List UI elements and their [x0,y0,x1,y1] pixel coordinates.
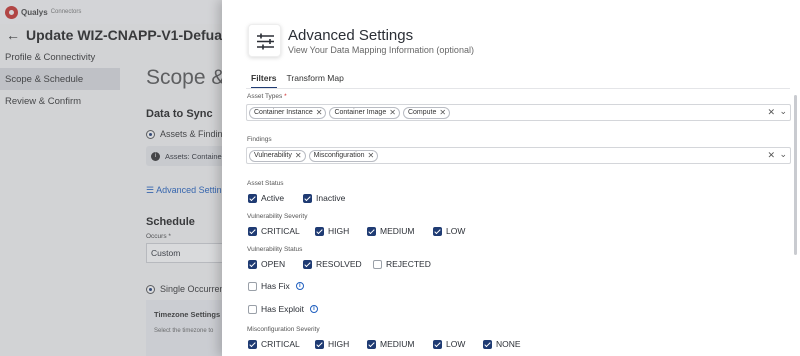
checkbox-label: CRITICAL [261,226,300,236]
checkbox-critical[interactable]: CRITICAL [248,339,315,349]
checkbox-checked[interactable] [315,226,324,236]
chevron-down-icon[interactable]: ⌄ [779,149,787,160]
remove-chip-icon[interactable]: ✕ [368,151,375,160]
checkbox-checked[interactable] [315,339,324,349]
checkbox-unchecked[interactable] [248,304,257,314]
remove-chip-icon[interactable]: ✕ [316,108,323,117]
checkbox-unchecked[interactable] [373,259,382,269]
checkbox-label: LOW [446,226,466,236]
chip-label: Misconfiguration [313,152,365,159]
chip-compute: Compute ✕ [402,106,451,119]
chip-label: Compute [407,109,437,116]
checkbox-label: Has Exploit [261,304,304,314]
has-exploit-row: Has Exploit i [248,303,318,315]
checkbox-low[interactable]: LOW [433,226,465,236]
checkbox-label: LOW [446,339,466,349]
checkbox-checked[interactable] [248,226,257,236]
checkbox-label: OPEN [261,259,286,269]
checkbox-resolved[interactable]: RESOLVED [303,259,373,269]
chip-container-instance: Container Instance ✕ [249,106,327,119]
checkbox-checked[interactable] [367,226,376,236]
checkbox-label: RESOLVED [316,259,362,269]
checkbox-checked[interactable] [303,193,312,203]
checkbox-label: HIGH [328,339,350,349]
vuln-status-options: OPEN RESOLVED REJECTED [248,258,431,270]
checkbox-none[interactable]: NONE [483,339,521,349]
chip-label: Container Instance [254,109,313,116]
checkbox-open[interactable]: OPEN [248,259,303,269]
checkbox-checked[interactable] [248,259,257,269]
checkbox-checked[interactable] [483,339,492,349]
chip-label: Vulnerability [254,152,292,159]
findings-select[interactable]: Vulnerability ✕ Misconfiguration ✕ ✕ ⌄ [246,147,791,164]
checkbox-label: Active [261,193,285,203]
asset-types-label: Asset Types * [247,93,287,100]
required-marker: * [284,93,287,100]
remove-chip-icon[interactable]: ✕ [389,108,396,117]
clear-all-icon[interactable]: ✕ [767,107,775,118]
checkbox-low[interactable]: LOW [433,339,483,349]
checkbox-rejected[interactable]: REJECTED [373,259,431,269]
asset-types-select[interactable]: Container Instance ✕ Container Image ✕ Com… [246,104,791,121]
chip-misconfiguration: Misconfiguration ✕ [308,149,379,162]
tab-transform-map[interactable]: Transform Map [287,73,344,89]
checkbox-medium[interactable]: MEDIUM [367,226,433,236]
drawer-tabs: Filters Transform Map [251,73,354,89]
info-icon[interactable]: i [310,305,318,313]
settings-sliders-icon [248,24,281,57]
misconfig-severity-options: CRITICAL HIGH MEDIUM LOW NONE [248,338,521,350]
scrollbar-thumb[interactable] [794,95,797,255]
vuln-severity-label: Vulnerability Severity [247,213,308,220]
checkbox-high[interactable]: HIGH [315,226,367,236]
checkbox-has-fix[interactable]: Has Fix [248,281,290,291]
asset-status-options: Active Inactive [248,192,345,204]
checkbox-checked[interactable] [433,339,442,349]
chip-label: Container Image [334,109,387,116]
checkbox-checked[interactable] [248,339,257,349]
info-icon[interactable]: i [295,282,304,290]
checkbox-inactive[interactable]: Inactive [303,193,345,203]
has-fix-row: Has Fix i [248,280,304,292]
checkbox-medium[interactable]: MEDIUM [367,339,433,349]
chevron-down-icon[interactable]: ⌄ [779,106,787,117]
drawer-title: Advanced Settings [288,27,414,44]
tab-filters[interactable]: Filters [251,73,277,89]
checkbox-label: CRITICAL [261,339,300,349]
asset-status-label: Asset Status [247,180,284,187]
remove-chip-icon[interactable]: ✕ [295,151,302,160]
checkbox-checked[interactable] [367,339,376,349]
checkbox-checked[interactable] [248,193,257,203]
vuln-severity-options: CRITICAL HIGH MEDIUM LOW [248,225,465,237]
checkbox-label: MEDIUM [380,226,415,236]
checkbox-label: NONE [496,339,521,349]
findings-label: Findings [247,136,272,143]
advanced-settings-drawer: Advanced Settings View Your Data Mapping… [222,0,800,356]
checkbox-has-exploit[interactable]: Has Exploit [248,304,304,314]
checkbox-label: HIGH [328,226,350,236]
remove-chip-icon[interactable]: ✕ [439,108,446,117]
chip-vulnerability: Vulnerability ✕ [249,149,306,162]
checkbox-critical[interactable]: CRITICAL [248,226,315,236]
checkbox-label: Inactive [316,193,346,203]
checkbox-label: REJECTED [386,259,431,269]
checkbox-active[interactable]: Active [248,193,303,203]
checkbox-unchecked[interactable] [248,281,257,291]
checkbox-label: MEDIUM [380,339,415,349]
checkbox-checked[interactable] [303,259,312,269]
checkbox-label: Has Fix [261,281,290,291]
clear-all-icon[interactable]: ✕ [767,150,775,161]
vuln-status-label: Vulnerability Status [247,246,303,253]
misconfig-severity-label: Misconfiguration Severity [247,326,320,333]
tabs-divider [246,88,790,89]
drawer-subtitle: View Your Data Mapping Information (opti… [288,45,474,55]
asset-types-label-text: Asset Types [247,93,283,100]
chip-container-image: Container Image ✕ [329,106,400,119]
checkbox-high[interactable]: HIGH [315,339,367,349]
checkbox-checked[interactable] [433,226,442,236]
